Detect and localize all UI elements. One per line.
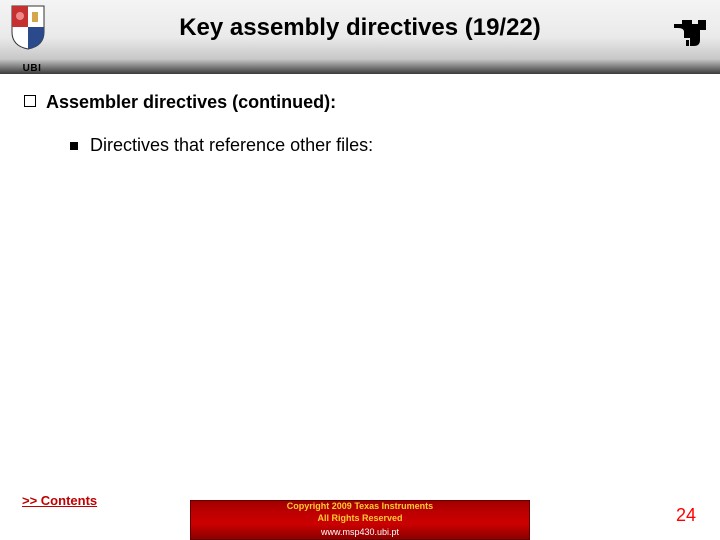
ti-logo-icon — [668, 10, 710, 52]
contents-link[interactable]: >> Contents — [22, 493, 97, 508]
level2-text: Directives that reference other files: — [90, 135, 373, 156]
footer-url: www.msp430.ubi.pt — [321, 527, 399, 539]
copyright-band: Copyright 2009 Texas Instruments All Rig… — [190, 500, 530, 540]
square-bullet-icon — [24, 95, 36, 107]
page-number: 24 — [676, 505, 696, 526]
level1-text: Assembler directives (continued): — [46, 92, 336, 113]
bullet-level1: Assembler directives (continued): — [24, 92, 696, 113]
filled-square-bullet-icon — [70, 142, 78, 150]
bullet-level2: Directives that reference other files: — [70, 135, 696, 156]
page-title: Key assembly directives (19/22) — [0, 14, 720, 42]
slide: UBI Key assembly directives (19/22) Asse… — [0, 0, 720, 540]
copyright-line1: Copyright 2009 Texas Instruments — [287, 501, 433, 513]
header-band: UBI Key assembly directives (19/22) — [0, 0, 720, 74]
content-area: Assembler directives (continued): Direct… — [24, 92, 696, 156]
copyright-line2: All Rights Reserved — [317, 513, 402, 525]
ubi-label: UBI — [6, 63, 58, 74]
